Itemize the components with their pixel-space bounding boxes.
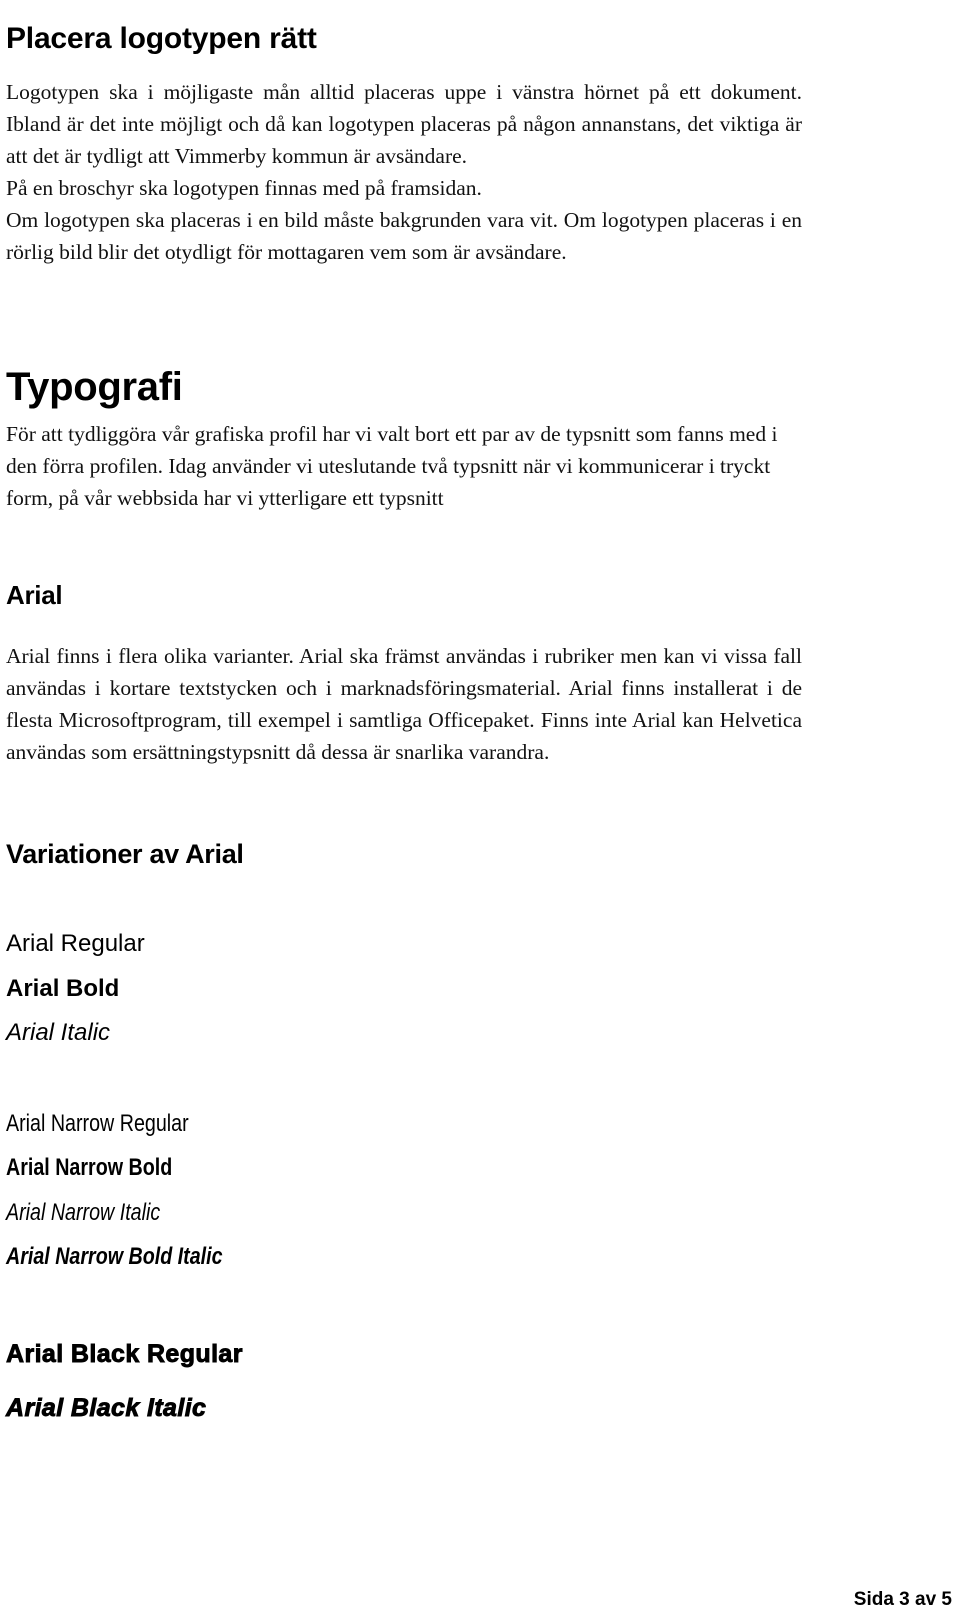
typografi-paragraph: För att tydliggöra vår grafiska profil h… [6, 421, 778, 510]
heading-arial: Arial [6, 579, 63, 610]
font-specimen-arial-italic: Arial Italic [6, 1019, 111, 1046]
font-specimen-arial-regular: Arial Regular [6, 930, 145, 957]
font-specimen-arial-narrow-regular: Arial Narrow Regular [6, 1110, 189, 1137]
footer-page-number: Sida 3 av 5 [853, 1589, 952, 1610]
font-specimen-arial-narrow-italic: Arial Narrow Italic [6, 1199, 161, 1226]
logo-placement-paragraph-2: På en broschyr ska logotypen finnas med … [6, 175, 482, 200]
heading-variationer-av-arial: Variationer av Arial [6, 839, 244, 870]
page-title: Placera logotypen rätt [6, 22, 317, 56]
font-specimen-arial-narrow-bold-italic: Arial Narrow Bold Italic [6, 1243, 223, 1270]
font-specimen-arial-narrow-bold: Arial Narrow Bold [6, 1154, 173, 1181]
font-specimen-arial-black-regular: Arial Black Regular [6, 1340, 243, 1369]
arial-paragraph: Arial finns i flera olika varianter. Ari… [6, 643, 802, 764]
font-specimen-arial-bold: Arial Bold [6, 975, 120, 1002]
heading-typografi: Typografi [6, 365, 183, 410]
logo-placement-paragraph-3: Om logotypen ska placeras i en bild måst… [6, 207, 802, 264]
document-page: Placera logotypen rätt Logotypen ska i m… [0, 0, 960, 1622]
logo-placement-paragraph-1: Logotypen ska i möjligaste mån alltid pl… [6, 79, 802, 168]
font-specimen-arial-black-italic: Arial Black Italic [6, 1394, 207, 1423]
